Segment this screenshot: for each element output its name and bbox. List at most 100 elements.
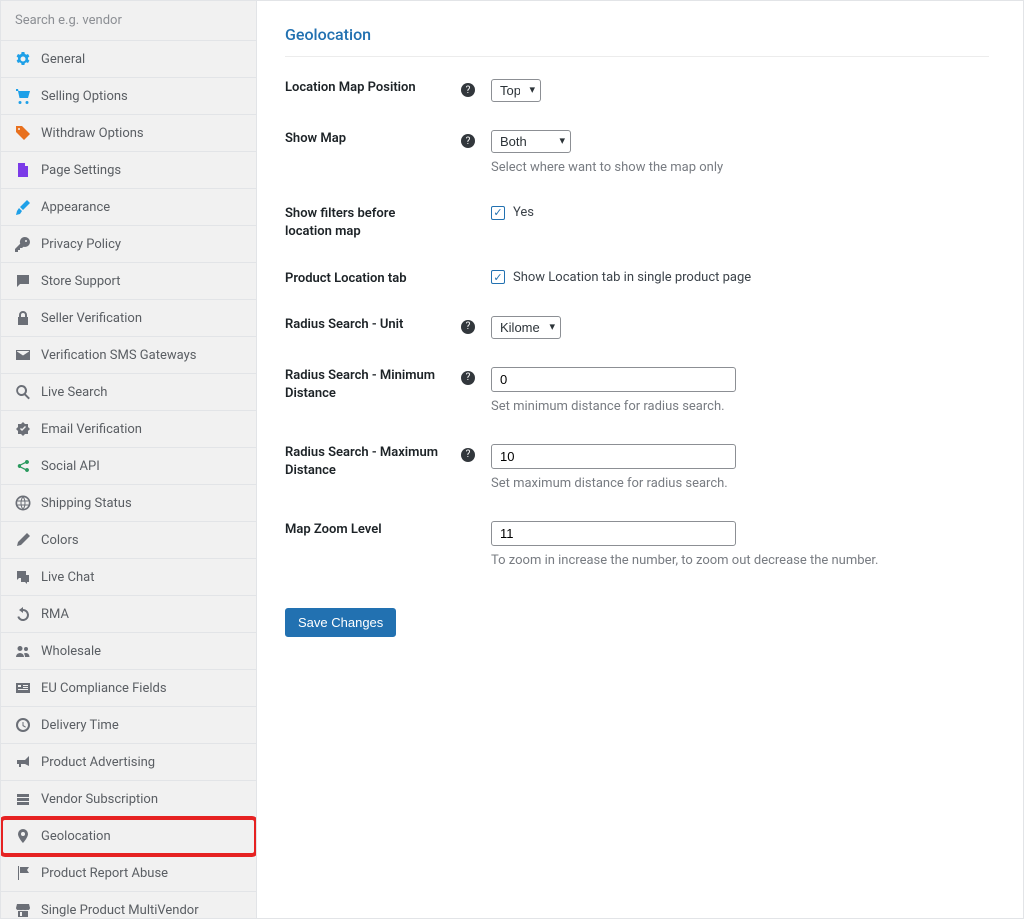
sidebar-item-shipping-status[interactable]: Shipping Status	[1, 485, 256, 522]
row-map-zoom: Map Zoom Level To zoom in increase the n…	[285, 521, 989, 570]
sidebar-item-label: Live Search	[41, 385, 107, 400]
sidebar-item-colors[interactable]: Colors	[1, 522, 256, 559]
save-button[interactable]: Save Changes	[285, 608, 396, 637]
sidebar-item-email-verification[interactable]: Email Verification	[1, 411, 256, 448]
check-icon: ✓	[491, 270, 505, 284]
label-product-location: Product Location tab	[285, 270, 445, 288]
select-show-map[interactable]: Both	[491, 130, 571, 153]
sidebar-item-live-search[interactable]: Live Search	[1, 374, 256, 411]
row-radius-unit: Radius Search - Unit ? Kilometers	[285, 316, 989, 339]
sidebar-item-single-product-multivendor[interactable]: Single Product MultiVendor	[1, 892, 256, 918]
select-radius-unit[interactable]: Kilometers	[491, 316, 561, 339]
lock-icon	[15, 310, 31, 326]
sidebar-item-geolocation[interactable]: Geolocation	[1, 818, 256, 855]
sidebar-item-selling-options[interactable]: Selling Options	[1, 78, 256, 115]
sidebar-item-delivery-time[interactable]: Delivery Time	[1, 707, 256, 744]
help-text-map-zoom: To zoom in increase the number, to zoom …	[491, 552, 989, 570]
help-text-show-map: Select where want to show the map only	[491, 159, 989, 177]
sidebar-item-label: Product Report Abuse	[41, 866, 168, 881]
checkbox-label: Yes	[513, 205, 534, 220]
comment-icon	[15, 569, 31, 585]
checkbox-label: Show Location tab in single product page	[513, 270, 751, 285]
sidebar-item-product-advertising[interactable]: Product Advertising	[1, 744, 256, 781]
sidebar-item-label: Live Chat	[41, 570, 94, 585]
help-icon[interactable]: ?	[461, 320, 475, 334]
help-text-radius-max: Set maximum distance for radius search.	[491, 475, 989, 493]
sidebar-item-general[interactable]: General	[1, 41, 256, 78]
pin-icon	[15, 828, 31, 844]
input-radius-min[interactable]	[491, 367, 736, 392]
sidebar-item-label: Shipping Status	[41, 496, 132, 511]
chat-icon	[15, 273, 31, 289]
help-icon[interactable]: ?	[461, 83, 475, 97]
checkbox-show-filters[interactable]: ✓ Yes	[491, 205, 771, 220]
sidebar-item-eu-compliance-fields[interactable]: EU Compliance Fields	[1, 670, 256, 707]
sidebar-item-privacy-policy[interactable]: Privacy Policy	[1, 226, 256, 263]
sidebar-item-appearance[interactable]: Appearance	[1, 189, 256, 226]
flag-icon	[15, 865, 31, 881]
sidebar-item-label: General	[41, 52, 85, 67]
tag-icon	[15, 125, 31, 141]
sidebar-item-product-report-abuse[interactable]: Product Report Abuse	[1, 855, 256, 892]
row-radius-min: Radius Search - Minimum Distance ? Set m…	[285, 367, 989, 416]
row-product-location: Product Location tab ✓ Show Location tab…	[285, 270, 989, 288]
sidebar-item-page-settings[interactable]: Page Settings	[1, 152, 256, 189]
users-icon	[15, 643, 31, 659]
label-location-map-position: Location Map Position	[285, 79, 445, 97]
label-radius-unit: Radius Search - Unit	[285, 316, 445, 334]
row-show-filters: Show filters before location map ✓ Yes	[285, 205, 989, 241]
sidebar-item-label: Product Advertising	[41, 755, 155, 770]
check-icon: ✓	[491, 206, 505, 220]
input-radius-max[interactable]	[491, 444, 736, 469]
id-icon	[15, 680, 31, 696]
checkbox-product-location[interactable]: ✓ Show Location tab in single product pa…	[491, 270, 989, 285]
pencil-icon	[15, 532, 31, 548]
help-text-radius-min: Set minimum distance for radius search.	[491, 398, 989, 416]
search-icon	[15, 384, 31, 400]
sidebar-item-label: Single Product MultiVendor	[41, 903, 199, 918]
help-icon[interactable]: ?	[461, 448, 475, 462]
share-icon	[15, 458, 31, 474]
sidebar-item-vendor-subscription[interactable]: Vendor Subscription	[1, 781, 256, 818]
input-map-zoom[interactable]	[491, 521, 736, 546]
sidebar-item-label: Withdraw Options	[41, 126, 144, 141]
sidebar-item-label: Geolocation	[41, 829, 111, 844]
page-icon	[15, 162, 31, 178]
sidebar-item-label: Privacy Policy	[41, 237, 121, 252]
main-panel: Geolocation Location Map Position ? Top …	[257, 0, 1024, 919]
row-location-map-position: Location Map Position ? Top	[285, 79, 989, 102]
help-icon[interactable]: ?	[461, 371, 475, 385]
undo-icon	[15, 606, 31, 622]
sidebar-item-label: Email Verification	[41, 422, 142, 437]
select-location-map-position[interactable]: Top	[491, 79, 541, 102]
sidebar-item-live-chat[interactable]: Live Chat	[1, 559, 256, 596]
sidebar-item-label: Appearance	[41, 200, 110, 215]
key-icon	[15, 236, 31, 252]
sidebar-item-wholesale[interactable]: Wholesale	[1, 633, 256, 670]
mail-icon	[15, 347, 31, 363]
cart-icon	[15, 88, 31, 104]
clock-icon	[15, 717, 31, 733]
sidebar-item-seller-verification[interactable]: Seller Verification	[1, 300, 256, 337]
label-radius-min: Radius Search - Minimum Distance	[285, 367, 445, 403]
brush-icon	[15, 199, 31, 215]
sidebar-item-label: EU Compliance Fields	[41, 681, 167, 696]
verify-icon	[15, 421, 31, 437]
sidebar-item-label: Colors	[41, 533, 79, 548]
label-show-map: Show Map	[285, 130, 445, 148]
search-input[interactable]: Search e.g. vendor	[1, 1, 256, 41]
sidebar-item-verification-sms-gateways[interactable]: Verification SMS Gateways	[1, 337, 256, 374]
help-icon[interactable]: ?	[461, 134, 475, 148]
nav-list: General Selling Options Withdraw Options Pa…	[1, 41, 256, 918]
label-map-zoom: Map Zoom Level	[285, 521, 445, 539]
sidebar-item-social-api[interactable]: Social API	[1, 448, 256, 485]
sidebar-item-label: Selling Options	[41, 89, 128, 104]
sidebar-item-label: Page Settings	[41, 163, 121, 178]
sidebar-item-label: Verification SMS Gateways	[41, 348, 196, 363]
sidebar-item-store-support[interactable]: Store Support	[1, 263, 256, 300]
sidebar-item-rma[interactable]: RMA	[1, 596, 256, 633]
sidebar-item-label: Wholesale	[41, 644, 101, 659]
stack-icon	[15, 791, 31, 807]
sidebar-item-withdraw-options[interactable]: Withdraw Options	[1, 115, 256, 152]
page-title: Geolocation	[285, 25, 989, 57]
